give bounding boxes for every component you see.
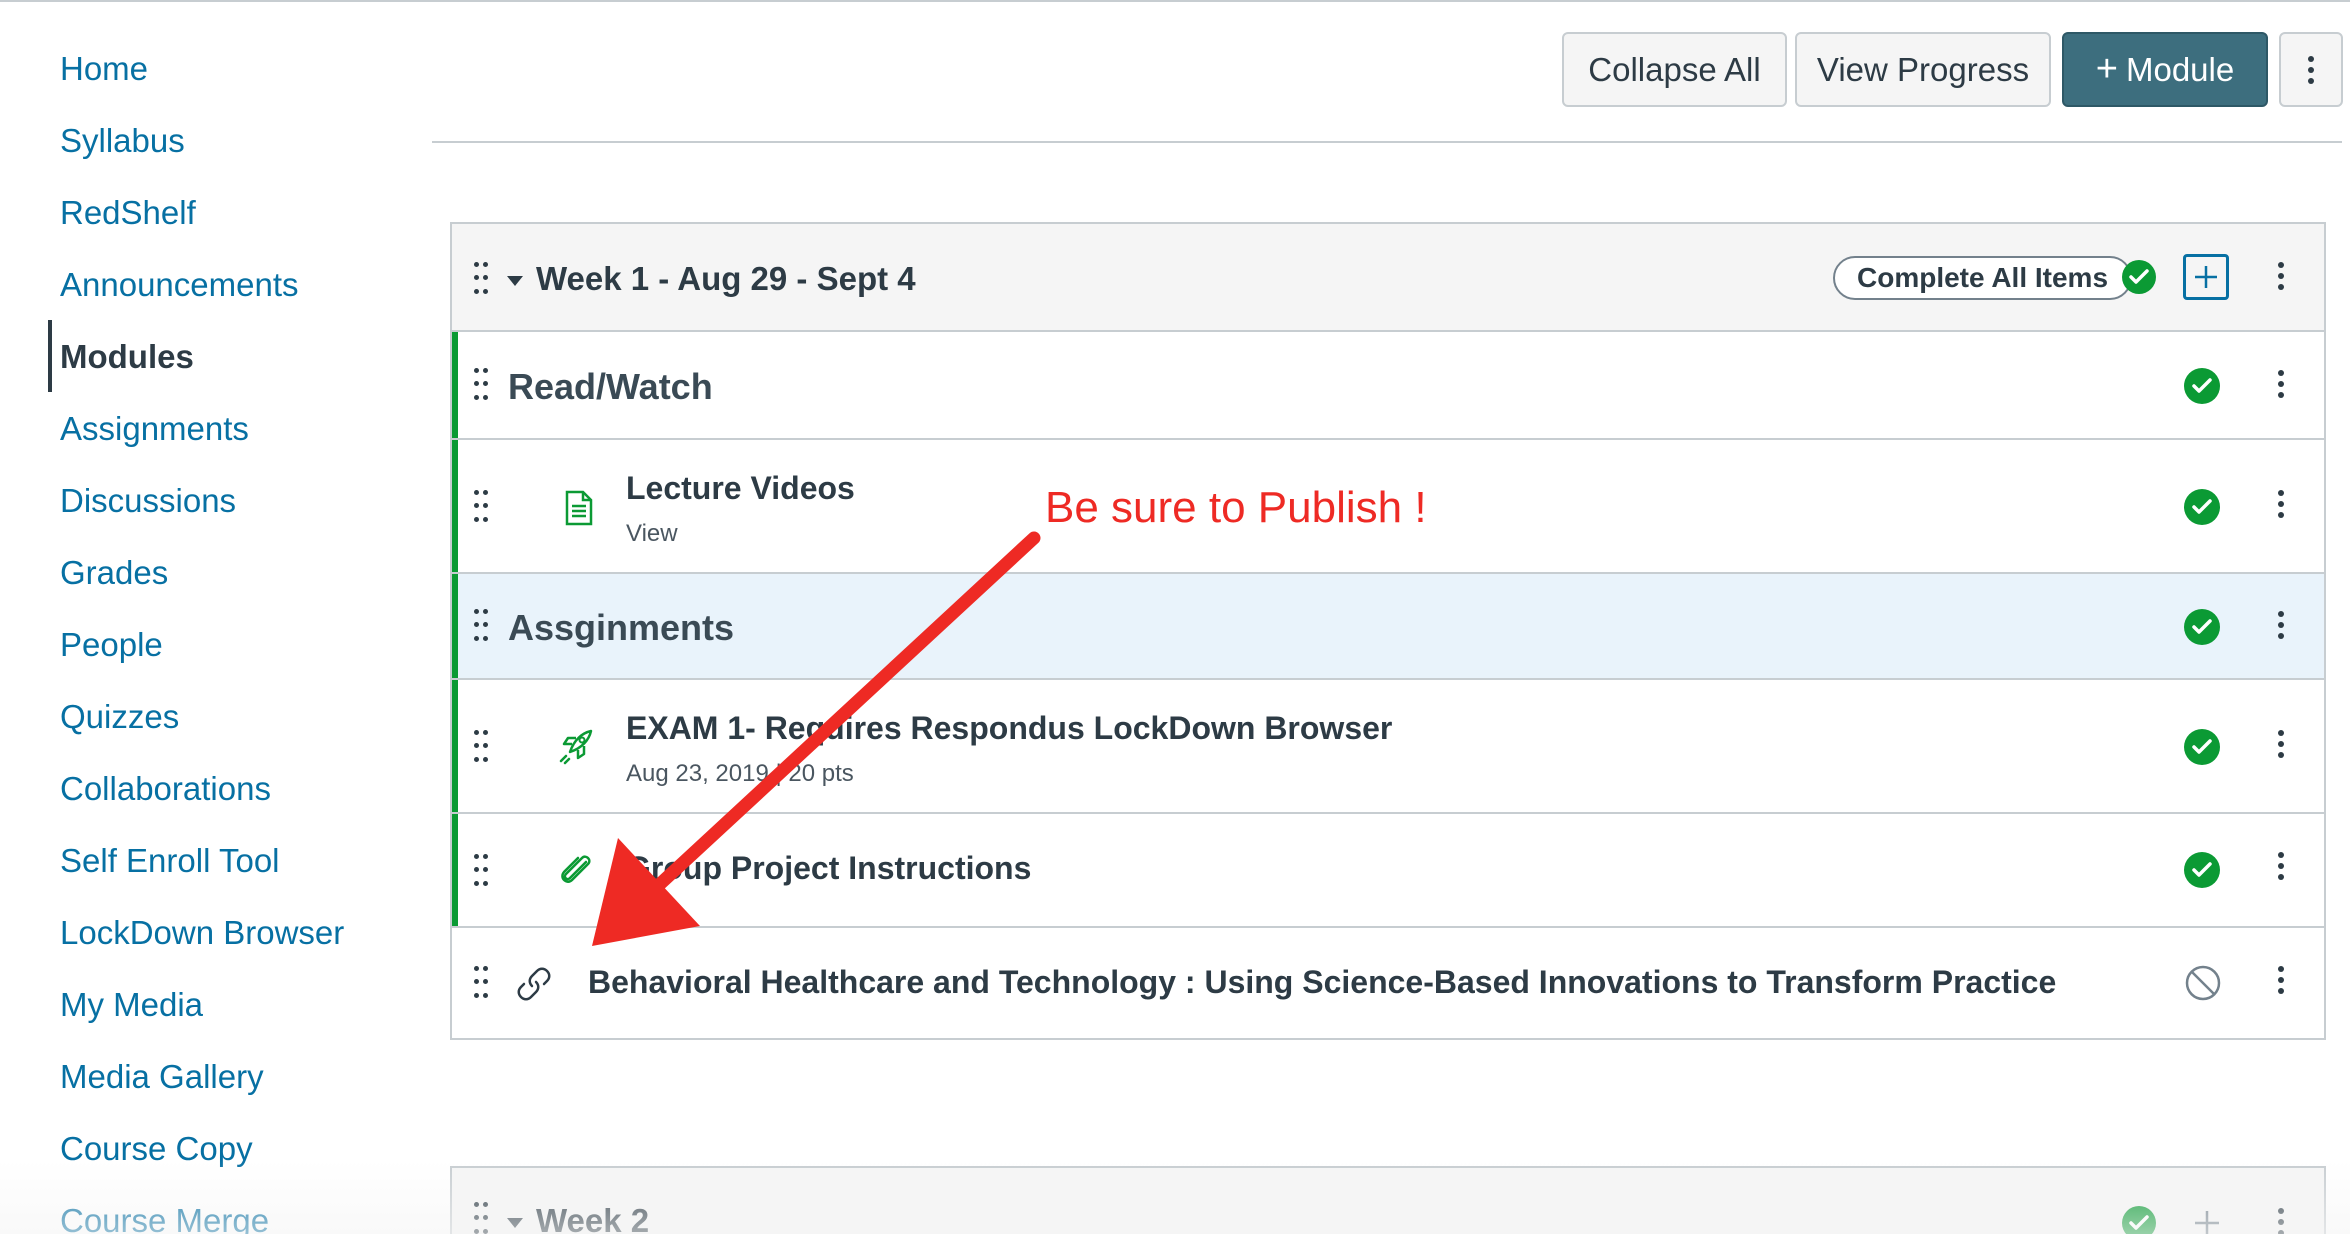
subheader-row: Assginments — [452, 574, 2324, 680]
drag-handle-icon[interactable] — [474, 609, 488, 645]
nav-course-merge[interactable]: Course Merge — [60, 1202, 269, 1234]
drag-handle-icon[interactable] — [474, 490, 488, 526]
nav-quizzes[interactable]: Quizzes — [60, 698, 179, 736]
module-title: Week 2 — [536, 1202, 650, 1234]
module-week-2: Week 2 — [450, 1166, 2326, 1234]
published-check-icon[interactable] — [2184, 609, 2220, 645]
item-title-link[interactable]: EXAM 1- Requires Respondus LockDown Brow… — [626, 710, 1392, 747]
item-requirement: View — [626, 520, 678, 547]
module-item-row[interactable]: Behavioral Healthcare and Technology : U… — [452, 928, 2324, 1036]
item-options-icon[interactable] — [2278, 611, 2284, 639]
published-check-icon[interactable] — [2184, 729, 2220, 765]
nav-redshelf[interactable]: RedShelf — [60, 194, 196, 232]
subheader-title: Read/Watch — [508, 366, 713, 407]
collapse-caret-icon[interactable] — [507, 1218, 523, 1228]
item-options-icon[interactable] — [2278, 490, 2284, 518]
published-check-icon[interactable] — [2184, 852, 2220, 888]
published-check-icon[interactable] — [2122, 1206, 2156, 1234]
nav-home[interactable]: Home — [60, 50, 148, 88]
module-header[interactable]: Week 1 - Aug 29 - Sept 4 Complete All It… — [452, 224, 2324, 332]
drag-handle-icon[interactable] — [474, 854, 488, 890]
item-options-icon[interactable] — [2278, 730, 2284, 758]
toolbar-divider — [432, 141, 2342, 143]
nav-course-copy[interactable]: Course Copy — [60, 1130, 253, 1168]
course-navigation: Home Syllabus RedShelf Announcements Mod… — [0, 0, 420, 1234]
item-options-icon[interactable] — [2278, 852, 2284, 880]
nav-grades[interactable]: Grades — [60, 554, 168, 592]
active-nav-indicator — [48, 320, 52, 392]
add-module-button[interactable]: + Module — [2062, 32, 2268, 107]
drag-handle-icon[interactable] — [474, 966, 488, 1002]
nav-discussions[interactable]: Discussions — [60, 482, 236, 520]
item-title-link[interactable]: Group Project Instructions — [626, 850, 1031, 887]
page-icon — [565, 490, 593, 526]
published-indicator-bar — [452, 680, 458, 812]
published-check-icon[interactable] — [2184, 368, 2220, 404]
module-title: Week 1 - Aug 29 - Sept 4 — [536, 260, 916, 297]
drag-handle-icon[interactable] — [474, 262, 488, 298]
item-due-points: Aug 23, 2019 | 20 pts — [626, 760, 854, 787]
attachment-icon — [561, 855, 591, 883]
drag-handle-icon[interactable] — [474, 1202, 488, 1234]
nav-my-media[interactable]: My Media — [60, 986, 203, 1024]
annotation-text: Be sure to Publish ! — [1045, 483, 1427, 532]
nav-self-enroll-tool[interactable]: Self Enroll Tool — [60, 842, 280, 880]
unpublished-icon[interactable] — [2184, 964, 2222, 1002]
complete-all-items-badge[interactable]: Complete All Items — [1833, 256, 2133, 300]
nav-people[interactable]: People — [60, 626, 163, 664]
module-options-icon[interactable] — [2278, 262, 2284, 290]
item-options-icon[interactable] — [2278, 966, 2284, 994]
published-indicator-bar — [452, 332, 458, 438]
published-check-icon[interactable] — [2184, 489, 2220, 525]
module-item-row[interactable]: Group Project Instructions — [452, 814, 2324, 928]
nav-modules[interactable]: Modules — [60, 338, 194, 376]
item-options-icon[interactable] — [2278, 370, 2284, 398]
subheader-row: Read/Watch — [452, 332, 2324, 440]
add-module-label: Module — [2125, 50, 2235, 88]
more-options-button[interactable] — [2279, 32, 2343, 107]
subheader-title: Assginments — [508, 607, 735, 648]
collapse-caret-icon[interactable] — [507, 276, 523, 286]
nav-lockdown-browser[interactable]: LockDown Browser — [60, 914, 344, 952]
nav-collaborations[interactable]: Collaborations — [60, 770, 271, 808]
nav-assignments[interactable]: Assignments — [60, 410, 249, 448]
link-icon — [517, 967, 551, 1001]
nav-syllabus[interactable]: Syllabus — [60, 122, 185, 160]
add-item-icon[interactable] — [2192, 1208, 2222, 1234]
published-indicator-bar — [452, 440, 458, 572]
item-title-link[interactable]: Lecture Videos — [626, 470, 855, 507]
add-item-icon[interactable] — [2183, 254, 2229, 300]
view-progress-button[interactable]: View Progress — [1795, 32, 2051, 107]
published-indicator-bar — [452, 574, 458, 678]
drag-handle-icon[interactable] — [474, 368, 488, 404]
drag-handle-icon[interactable] — [474, 730, 488, 766]
plus-icon: + — [2095, 48, 2118, 90]
published-indicator-bar — [452, 814, 458, 926]
collapse-all-button[interactable]: Collapse All — [1562, 32, 1787, 107]
module-item-row[interactable]: EXAM 1- Requires Respondus LockDown Brow… — [452, 680, 2324, 814]
item-title-link[interactable]: Behavioral Healthcare and Technology : U… — [588, 964, 2056, 1001]
quiz-rocket-icon — [559, 729, 593, 765]
published-check-icon[interactable] — [2122, 260, 2156, 294]
nav-announcements[interactable]: Announcements — [60, 266, 299, 304]
module-options-icon[interactable] — [2278, 1208, 2284, 1234]
module-week-1: Week 1 - Aug 29 - Sept 4 Complete All It… — [450, 222, 2326, 1040]
nav-media-gallery[interactable]: Media Gallery — [60, 1058, 264, 1096]
module-header[interactable]: Week 2 — [452, 1168, 2324, 1234]
